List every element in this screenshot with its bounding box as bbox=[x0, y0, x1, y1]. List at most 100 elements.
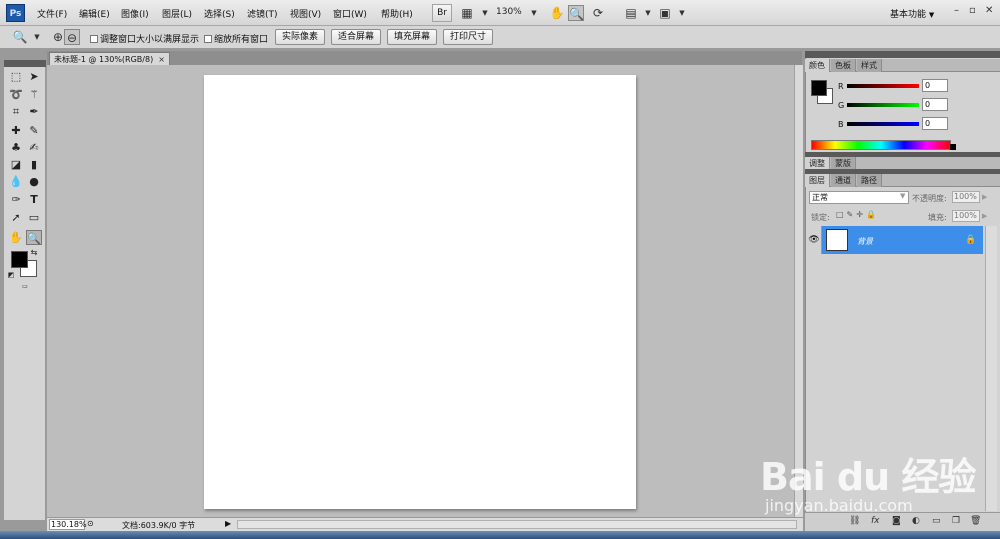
green-value-field[interactable]: 0 bbox=[922, 98, 948, 111]
tools-panel-grip[interactable] bbox=[4, 60, 46, 67]
workspace-switcher[interactable]: 基本功能 ▼ bbox=[890, 7, 934, 20]
lock-icon: 🔒 bbox=[965, 235, 977, 245]
layers-panel-tabs: 图层 通道 路径 bbox=[805, 174, 1000, 187]
dodge-tool-icon[interactable]: ● bbox=[26, 174, 42, 189]
zoom-tool-icon[interactable]: 🔍 bbox=[568, 5, 584, 21]
magic-wand-tool-icon[interactable]: ⚚ bbox=[26, 87, 42, 102]
menu-layer[interactable]: 图层(L) bbox=[162, 7, 192, 20]
tab-styles[interactable]: 样式 bbox=[857, 59, 882, 72]
zoom-tool-icon[interactable]: 🔍 bbox=[26, 230, 42, 245]
arrange-documents-icon[interactable]: ▤ bbox=[623, 5, 639, 21]
quick-mask-icon[interactable]: ▭ bbox=[17, 284, 33, 290]
zoom-level-readout[interactable]: 130% bbox=[496, 7, 522, 17]
red-value-field[interactable]: 0 bbox=[922, 79, 948, 92]
status-menu-arrow-icon[interactable]: ▶ bbox=[225, 519, 231, 528]
zoom-field[interactable]: 130.18% bbox=[49, 519, 87, 530]
default-colors-icon[interactable]: ◩ bbox=[7, 271, 15, 279]
panel-grip[interactable] bbox=[805, 51, 1000, 58]
fill-field[interactable]: 100% bbox=[952, 210, 980, 222]
history-brush-tool-icon[interactable]: ✍ bbox=[26, 140, 42, 155]
tab-layers[interactable]: 图层 bbox=[805, 174, 830, 187]
fit-screen-button[interactable]: 适合屏幕 bbox=[331, 29, 381, 45]
move-tool-icon[interactable]: ➤ bbox=[26, 69, 42, 84]
opacity-field[interactable]: 100% bbox=[952, 191, 980, 203]
brush-tool-icon[interactable]: ✎ bbox=[26, 123, 42, 138]
menu-select[interactable]: 选择(S) bbox=[204, 7, 235, 20]
view-extras-caret-icon[interactable]: ▼ bbox=[477, 5, 493, 21]
color-panel-foreground-swatch[interactable] bbox=[811, 80, 827, 96]
taskbar bbox=[0, 531, 1000, 539]
fill-screen-button[interactable]: 填充屏幕 bbox=[387, 29, 437, 45]
menu-edit[interactable]: 编辑(E) bbox=[79, 7, 110, 20]
blue-slider[interactable] bbox=[847, 122, 919, 126]
bridge-button[interactable]: Br bbox=[432, 4, 452, 22]
red-slider[interactable] bbox=[847, 84, 919, 88]
zoom-tool-preset-icon[interactable]: 🔍 bbox=[12, 29, 28, 45]
zoom-caret-icon[interactable]: ▼ bbox=[526, 5, 542, 21]
eraser-tool-icon[interactable]: ◪ bbox=[8, 157, 24, 172]
marquee-tool-icon[interactable]: ⬚ bbox=[8, 69, 24, 84]
document-tab[interactable]: 未标题-1 @ 130%(RGB/8) × bbox=[49, 52, 170, 65]
blur-tool-icon[interactable]: 💧 bbox=[8, 174, 24, 189]
close-icon[interactable]: ✕ bbox=[985, 5, 993, 16]
gradient-tool-icon[interactable]: ▮ bbox=[26, 157, 42, 172]
status-zoom-icon[interactable]: ⊙ bbox=[87, 519, 94, 528]
menu-view[interactable]: 视图(V) bbox=[290, 7, 321, 20]
lock-options-icons[interactable]: □✎✛🔒 bbox=[836, 210, 879, 219]
layer-name[interactable]: 背景 bbox=[857, 236, 873, 247]
healing-brush-tool-icon[interactable]: ✚ bbox=[8, 123, 24, 138]
menu-filter[interactable]: 滤镜(T) bbox=[247, 7, 278, 20]
restore-icon[interactable]: ▫ bbox=[969, 5, 976, 16]
close-icon[interactable]: × bbox=[158, 55, 165, 64]
actual-pixels-button[interactable]: 实际像素 bbox=[275, 29, 325, 45]
tool-preset-caret-icon[interactable]: ▼ bbox=[29, 29, 45, 45]
arrange-caret-icon[interactable]: ▼ bbox=[640, 5, 656, 21]
opacity-arrow-icon[interactable]: ▶ bbox=[982, 193, 987, 201]
canvas[interactable] bbox=[204, 75, 636, 509]
eye-icon[interactable]: 👁 bbox=[807, 226, 822, 254]
shape-tool-icon[interactable]: ▭ bbox=[26, 210, 42, 225]
foreground-color-swatch[interactable] bbox=[11, 251, 28, 268]
tab-channels[interactable]: 通道 bbox=[831, 174, 856, 187]
zoom-all-windows-checkbox[interactable]: 缩放所有窗口 bbox=[204, 32, 268, 45]
horizontal-scrollbar[interactable] bbox=[237, 520, 797, 529]
hand-tool-icon[interactable]: ✋ bbox=[549, 5, 565, 21]
chevron-down-icon: ▼ bbox=[928, 11, 935, 19]
hand-tool-icon[interactable]: ✋ bbox=[8, 230, 24, 245]
lasso-tool-icon[interactable]: ➰ bbox=[8, 87, 24, 102]
clone-stamp-tool-icon[interactable]: ♣ bbox=[8, 140, 24, 155]
spectrum-black-swatch[interactable] bbox=[950, 144, 956, 150]
pen-tool-icon[interactable]: ✑ bbox=[8, 192, 24, 207]
print-size-button[interactable]: 打印尺寸 bbox=[443, 29, 493, 45]
blue-value-field[interactable]: 0 bbox=[922, 117, 948, 130]
fill-arrow-icon[interactable]: ▶ bbox=[982, 212, 987, 220]
menu-window[interactable]: 窗口(W) bbox=[333, 7, 367, 20]
tab-paths[interactable]: 路径 bbox=[857, 174, 882, 187]
tab-swatches[interactable]: 色板 bbox=[831, 59, 856, 72]
color-spectrum-bar[interactable] bbox=[811, 140, 951, 150]
screen-mode-icon[interactable]: ▣ bbox=[657, 5, 673, 21]
menu-image[interactable]: 图像(I) bbox=[121, 7, 149, 20]
type-tool-icon[interactable]: T bbox=[26, 192, 42, 207]
swap-colors-icon[interactable]: ⇆ bbox=[29, 248, 39, 258]
blend-mode-select[interactable]: 正常 bbox=[809, 191, 909, 204]
screen-mode-caret-icon[interactable]: ▼ bbox=[674, 5, 690, 21]
layer-thumbnail[interactable] bbox=[826, 229, 848, 251]
menu-file[interactable]: 文件(F) bbox=[37, 7, 67, 20]
resize-windows-checkbox[interactable]: 调整窗口大小以满屏显示 bbox=[90, 32, 199, 45]
rotate-view-icon[interactable]: ⟳ bbox=[590, 5, 606, 21]
path-selection-tool-icon[interactable]: ➚ bbox=[8, 210, 24, 225]
green-slider[interactable] bbox=[847, 103, 919, 107]
view-extras-icon[interactable]: ▦ bbox=[459, 5, 475, 21]
zoom-out-icon[interactable]: ⊖ bbox=[64, 29, 80, 45]
document-tab-title: 未标题-1 @ 130%(RGB/8) bbox=[54, 55, 154, 64]
watermark-brand: Bai du 经验 bbox=[760, 455, 976, 499]
blue-channel-label: B bbox=[838, 120, 844, 129]
menu-help[interactable]: 帮助(H) bbox=[381, 7, 413, 20]
tab-color[interactable]: 颜色 bbox=[805, 59, 830, 72]
minimize-icon[interactable]: – bbox=[954, 5, 959, 16]
crop-tool-icon[interactable]: ⌗ bbox=[8, 104, 24, 119]
chevron-down-icon[interactable]: ▼ bbox=[900, 192, 905, 200]
color-panel-tabs: 颜色 色板 样式 bbox=[805, 59, 1000, 72]
eyedropper-tool-icon[interactable]: ✒ bbox=[26, 104, 42, 119]
